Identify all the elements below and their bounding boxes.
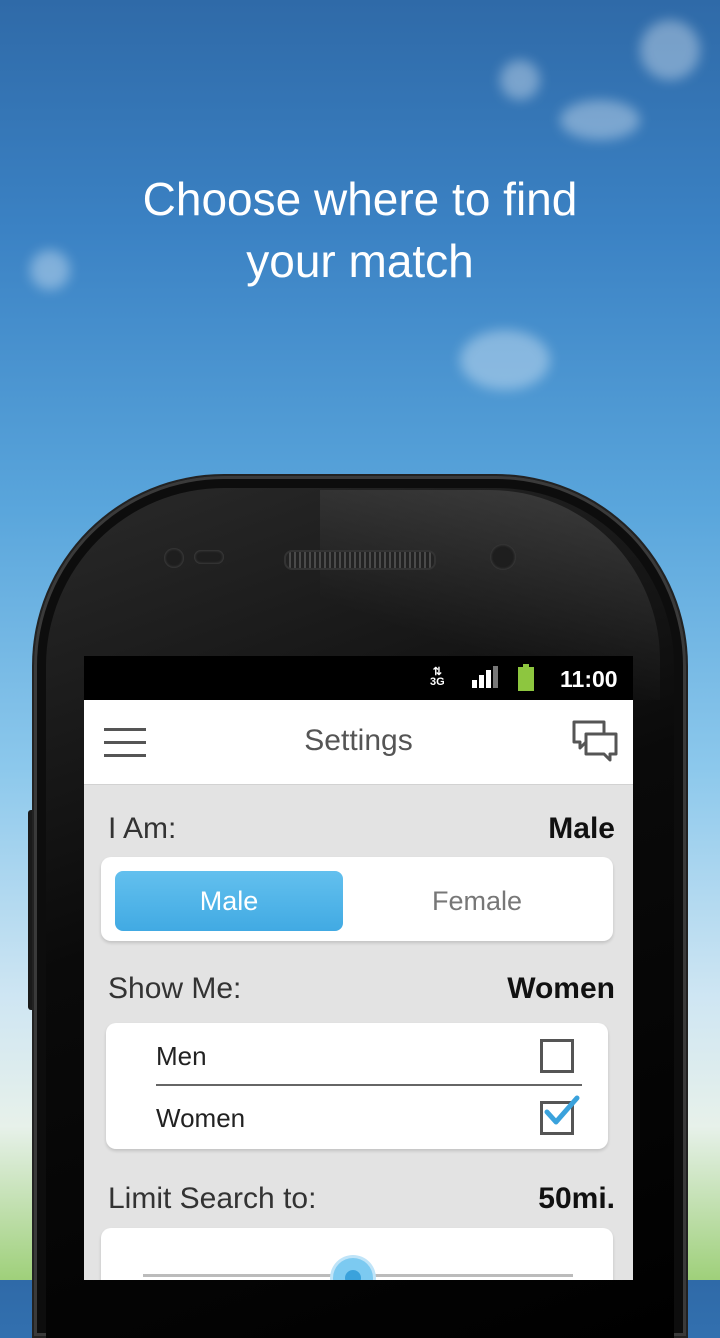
signal-strength-icon xyxy=(472,666,500,688)
light-sensor xyxy=(194,550,224,564)
earpiece-speaker xyxy=(284,550,436,570)
i-am-label: I Am: xyxy=(108,812,177,845)
options-divider xyxy=(156,1084,582,1086)
proximity-sensor xyxy=(164,548,184,568)
i-am-value: Male xyxy=(548,812,615,845)
option-men-label[interactable]: Men xyxy=(156,1041,207,1072)
chat-bubbles-icon[interactable] xyxy=(572,720,618,764)
app-bar: Settings xyxy=(84,700,633,785)
bokeh-light xyxy=(460,330,550,390)
page-title: Settings xyxy=(304,724,413,757)
gender-option-female[interactable]: Female xyxy=(363,871,591,931)
bokeh-light xyxy=(640,20,700,80)
limit-search-value: 50mi. xyxy=(538,1182,615,1215)
headline-line-2: your match xyxy=(246,235,474,287)
distance-slider-thumb[interactable] xyxy=(333,1258,373,1280)
checkmark-icon xyxy=(544,1095,580,1125)
option-women-checkbox[interactable] xyxy=(540,1095,580,1135)
battery-charging-icon xyxy=(518,664,534,691)
front-camera xyxy=(490,544,516,570)
option-men-checkbox[interactable] xyxy=(540,1039,574,1073)
headline-line-1: Choose where to find xyxy=(142,173,578,225)
network-3g-icon: ⇅ 3G xyxy=(430,666,445,688)
headline: Choose where to find your match xyxy=(0,168,720,292)
phone-screen: ⇅ 3G 11:00 Settings I Am: Male Male Femal… xyxy=(84,656,633,1280)
option-women-label[interactable]: Women xyxy=(156,1103,245,1134)
gender-segmented-control: Male Female xyxy=(101,857,613,941)
show-me-value: Women xyxy=(507,972,615,1005)
gender-option-male[interactable]: Male xyxy=(115,871,343,931)
distance-slider-card xyxy=(101,1228,613,1280)
show-me-label: Show Me: xyxy=(108,972,242,1005)
bokeh-light xyxy=(560,100,640,140)
status-time: 11:00 xyxy=(560,666,618,692)
limit-search-label: Limit Search to: xyxy=(108,1182,317,1215)
show-me-options-card: Men Women xyxy=(106,1023,608,1149)
bokeh-light xyxy=(500,60,540,100)
status-bar: ⇅ 3G 11:00 xyxy=(84,656,633,700)
